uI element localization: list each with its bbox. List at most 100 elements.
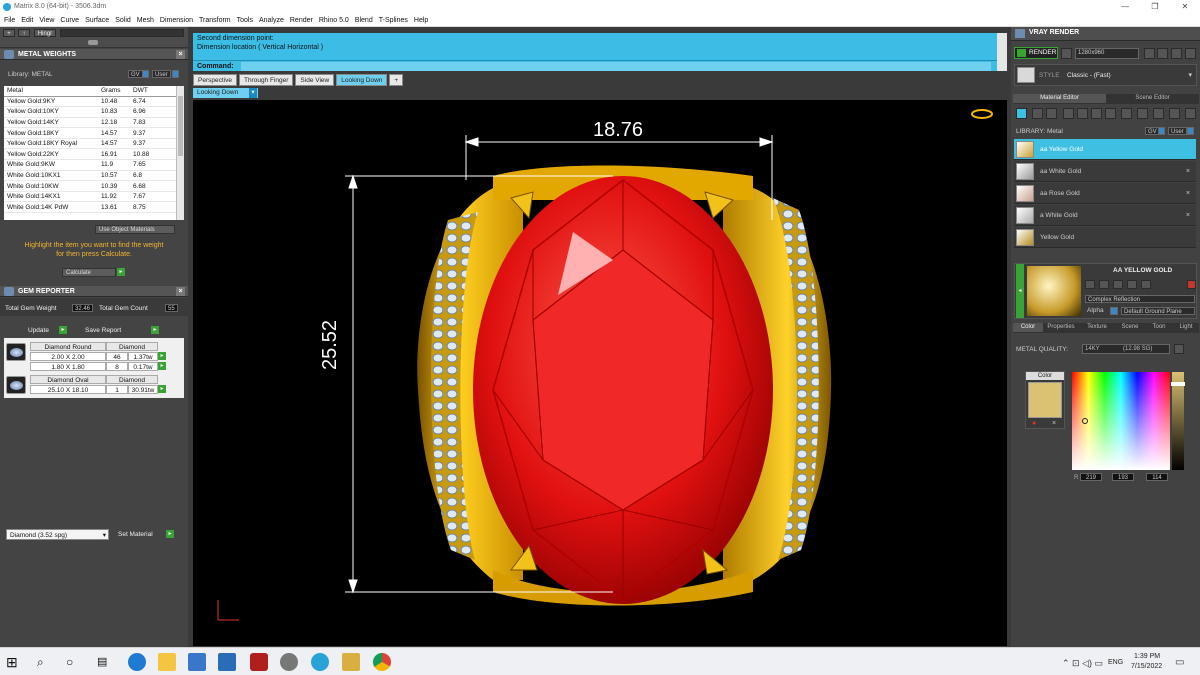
tab-looking-down[interactable]: Looking Down [336,74,388,86]
next-icon[interactable] [1157,48,1168,59]
menu-help[interactable]: Help [414,14,428,26]
tool-icon[interactable] [1127,280,1137,289]
clock-date[interactable]: 7/15/2022 [1131,663,1162,670]
search-icon[interactable]: ⌕ [37,653,55,671]
checker-icon[interactable] [1121,108,1132,119]
settings-icon[interactable] [1171,48,1182,59]
update-button[interactable]: Update [28,327,49,334]
gem-row[interactable]: 25.10 X 18.10 1 30.91tw [4,385,182,394]
add-button[interactable]: + [3,29,15,37]
menu-blend[interactable]: Blend [355,14,373,26]
grid-icon[interactable] [1091,108,1102,119]
texture-icon[interactable] [1063,108,1074,119]
brightness-slider[interactable] [1171,372,1185,470]
menu-view[interactable]: View [39,14,54,26]
table-row[interactable]: White Gold:9KW 11.9 7.65 [4,159,176,171]
menu-mesh[interactable]: Mesh [137,14,154,26]
gem-icon[interactable] [1032,108,1043,119]
close-icon[interactable]: × [1186,183,1190,204]
info-icon[interactable] [142,70,149,78]
menu-tools[interactable]: Tools [237,14,253,26]
rhino-icon[interactable] [280,653,298,671]
collapse-icon[interactable]: ◂ [1016,264,1024,318]
column-header[interactable]: Metal [4,86,98,97]
table-row[interactable]: White Gold:14K PdW 13.61 8.75 [4,201,176,214]
cortana-icon[interactable]: ○ [66,653,84,671]
tool-icon[interactable] [1099,280,1109,289]
table-row[interactable]: White Gold:10KW 10.39 6.68 [4,180,176,192]
menu-edit[interactable]: Edit [21,14,33,26]
matrix-icon[interactable] [311,653,329,671]
gem-material-select[interactable]: Diamond (3.52 spg) ▾ [6,529,109,540]
gv-button[interactable]: GV [128,70,143,78]
menu-solid[interactable]: Solid [115,14,131,26]
table-row[interactable]: Yellow Gold:9KY 10.48 6.74 [4,96,176,108]
tool-icon[interactable] [1113,280,1123,289]
reflection-select[interactable]: Complex Reflection [1085,295,1195,303]
bird-icon[interactable] [1137,108,1148,119]
material-item[interactable]: aa Rose Gold × [1014,183,1196,204]
user-button[interactable]: User [152,70,171,78]
style-select[interactable]: STYLE Classic - (Fast) ▾ [1014,64,1197,86]
close-button[interactable]: ✕ [1170,0,1200,14]
pick-material-icon[interactable] [1016,108,1027,119]
prev-icon[interactable] [1144,48,1155,59]
table-row[interactable]: Yellow Gold:14KY 12.18 7.83 [4,117,176,129]
file-explorer-icon[interactable] [158,653,176,671]
menu-file[interactable]: File [4,14,15,26]
bird-icon[interactable] [1185,108,1196,119]
menu-analyze[interactable]: Analyze [259,14,284,26]
color-picker[interactable] [1072,372,1170,470]
tab-color[interactable]: Color [1013,323,1043,332]
hingr-button[interactable]: Hingr [34,29,56,37]
render-button[interactable]: RENDER [1014,47,1058,59]
gem-row[interactable]: 1.80 X 1.80 8 0.17tw [4,362,182,371]
info-icon[interactable] [1158,127,1165,135]
user-button[interactable]: User [1168,127,1187,135]
tab-scene-editor[interactable]: Scene Editor [1106,94,1199,103]
tab-toon[interactable]: Toon [1145,323,1173,332]
store-icon[interactable] [188,653,206,671]
color-swatch[interactable] [1028,382,1062,418]
table-row[interactable]: Yellow Gold:10KY 10.83 6.96 [4,106,176,118]
tool-icon[interactable] [1141,280,1151,289]
table-row[interactable]: White Gold:14KX1 11.92 7.67 [4,191,176,203]
tab-light[interactable]: Light [1173,323,1199,332]
ground-select[interactable]: Default Ground Plane [1121,307,1195,315]
info-icon[interactable] [1187,127,1194,135]
viewport-menu[interactable]: Looking Down ▾ [193,88,258,98]
notifications-icon[interactable]: ▭ [1175,657,1184,668]
menu-transform[interactable]: Transform [199,14,231,26]
close-icon[interactable]: × [1052,420,1056,427]
app-icon[interactable] [250,653,268,671]
viewport[interactable]: 18.76 25.52 [193,100,1007,646]
menu-surface[interactable]: Surface [85,14,109,26]
blue-value[interactable]: 114 [1146,473,1168,481]
edge-icon[interactable] [128,653,146,671]
column-header[interactable]: Grams [98,86,130,97]
paint-icon[interactable] [1077,108,1088,119]
material-item[interactable]: aa Yellow Gold [1014,139,1196,160]
close-icon[interactable] [1185,48,1196,59]
bird-icon[interactable] [1153,108,1164,119]
maximize-button[interactable]: ❐ [1140,0,1170,14]
mail-icon[interactable] [218,653,236,671]
windows-start-icon[interactable]: ⊞ [6,653,24,671]
apply-icon[interactable] [1174,344,1184,354]
language-indicator[interactable]: ENG [1108,659,1123,666]
color-picker-cursor[interactable] [1082,418,1088,424]
eyedropper-icon[interactable]: ● [1032,420,1036,427]
reset-icon[interactable] [1187,280,1196,289]
bird-icon[interactable] [1169,108,1180,119]
toolbar-slider[interactable] [60,29,184,37]
material-item[interactable]: Yellow Gold [1014,227,1196,248]
command-input[interactable] [241,62,991,71]
close-icon[interactable]: × [176,287,185,296]
slider-handle[interactable] [88,40,98,45]
info-icon[interactable] [172,70,179,78]
resolution-select[interactable]: 1280x960 [1075,48,1139,59]
sphere-icon[interactable] [1046,108,1057,119]
resolution-icon[interactable] [1061,48,1072,59]
gem-row-go-icon[interactable]: ▸ [158,385,166,393]
tab-material-editor[interactable]: Material Editor [1013,94,1106,103]
